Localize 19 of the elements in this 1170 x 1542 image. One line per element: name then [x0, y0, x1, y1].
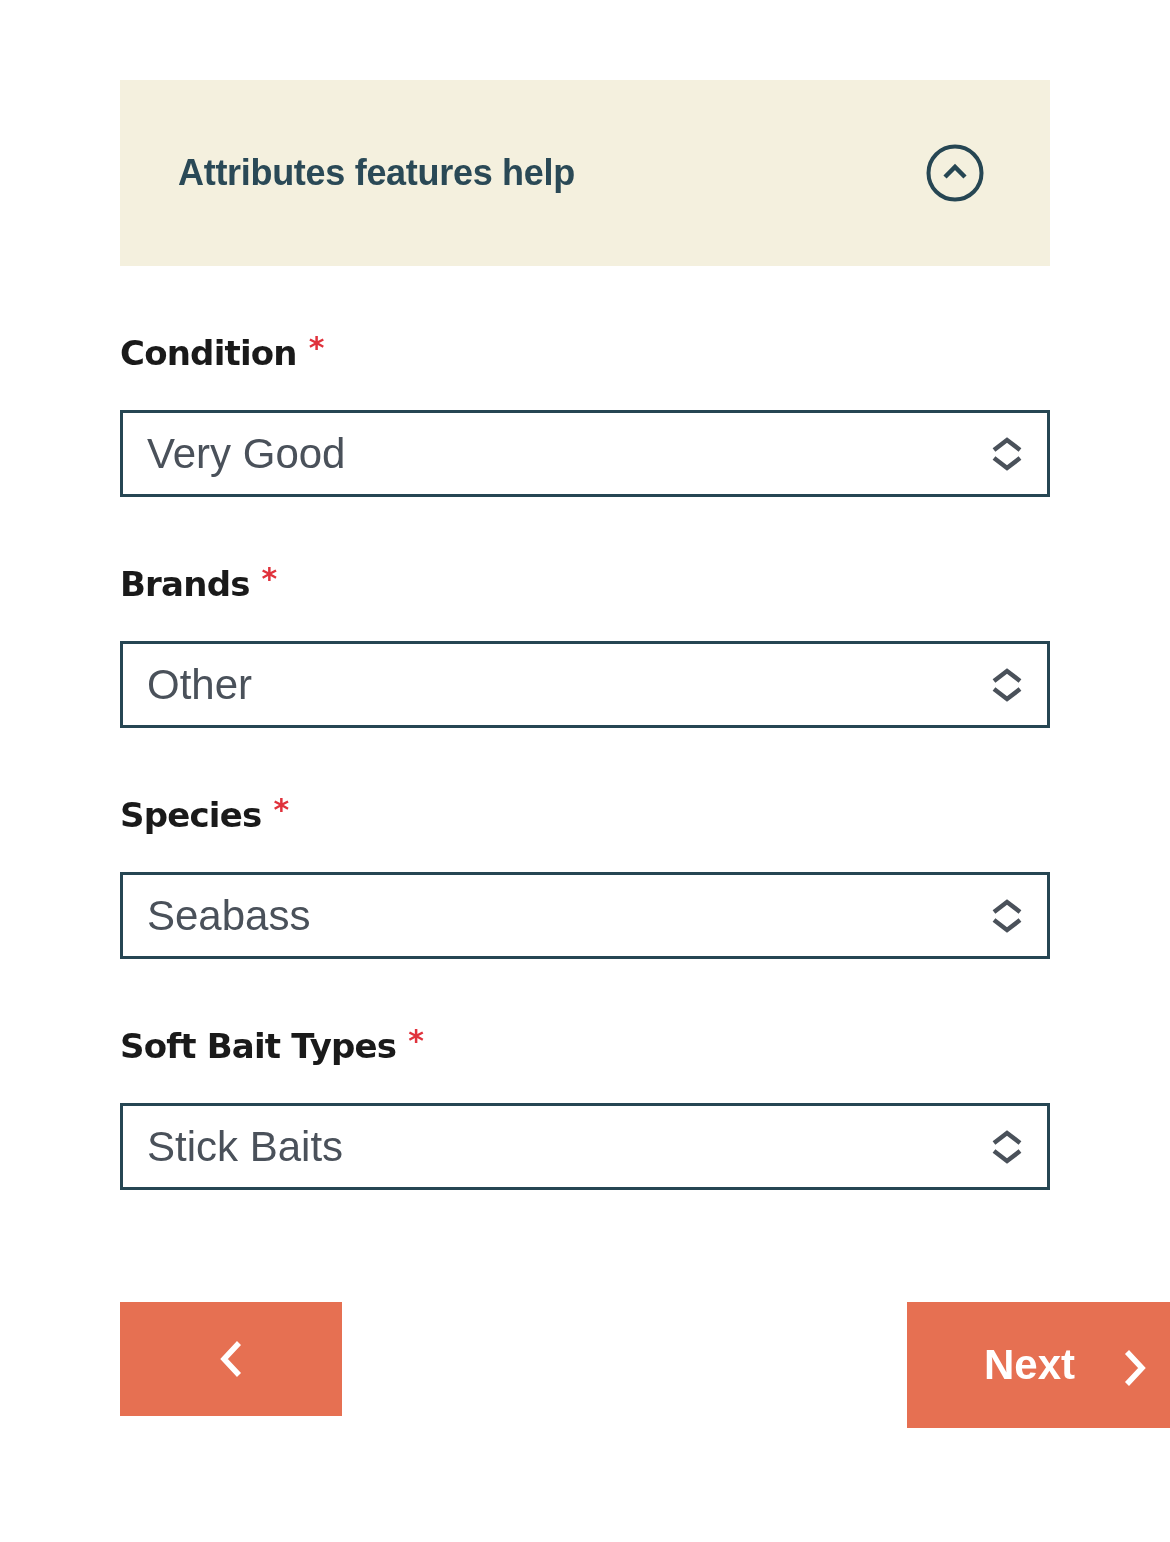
select-field[interactable]: Very Good: [120, 410, 1050, 497]
select-field[interactable]: Stick Baits: [120, 1103, 1050, 1190]
circled-chevron-icon[interactable]: [926, 144, 984, 202]
up-down-chevron-icon: [991, 436, 1023, 471]
chevron-left-icon: [218, 1340, 244, 1378]
up-down-chevron-icon: [991, 1129, 1023, 1164]
required-asterisk: *: [408, 1026, 424, 1056]
field-label: Brands: [120, 563, 250, 606]
panel-title: Attributes features help: [178, 152, 575, 194]
field-label: Soft Bait Types: [120, 1025, 397, 1068]
select-field[interactable]: Other: [120, 641, 1050, 728]
field-label: Condition: [120, 332, 297, 375]
field-label: Species: [120, 794, 262, 837]
up-down-chevron-icon: [991, 667, 1023, 702]
required-asterisk: *: [273, 795, 290, 825]
required-asterisk: *: [308, 333, 325, 363]
select-field[interactable]: Seabass: [120, 872, 1050, 959]
required-asterisk: *: [261, 564, 278, 594]
up-down-chevron-icon: [991, 898, 1023, 933]
